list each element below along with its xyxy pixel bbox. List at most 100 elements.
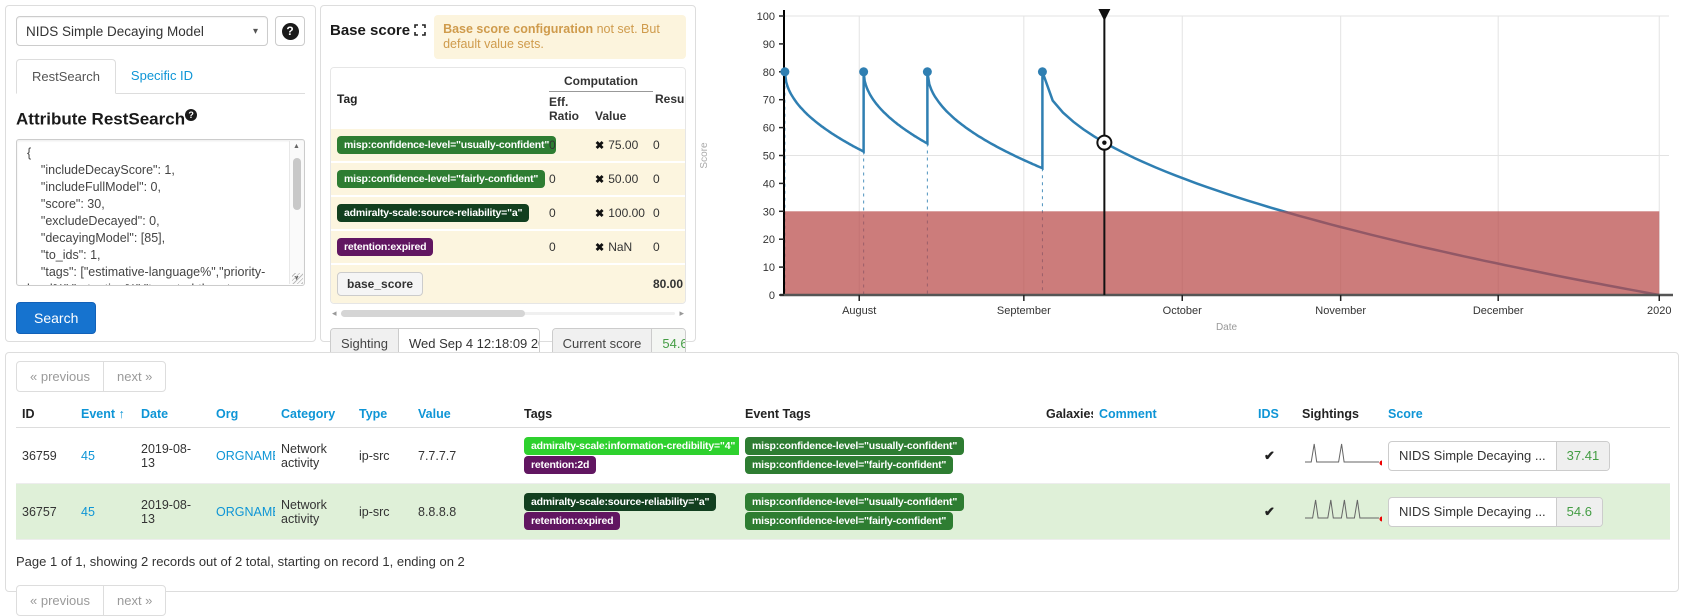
svg-text:2020: 2020: [1647, 305, 1671, 317]
svg-text:20: 20: [763, 234, 775, 246]
next-page-button[interactable]: next »: [103, 586, 165, 615]
restsearch-query-input[interactable]: { "includeDecayScore": 1, "includeFullMo…: [16, 139, 305, 286]
svg-text:December: December: [1473, 305, 1524, 317]
event-link[interactable]: 45: [81, 505, 95, 519]
tag-badge[interactable]: admiralty-scale:source-reliability="a": [524, 493, 716, 511]
column-header-galaxies: Galaxies: [1040, 400, 1093, 428]
column-header-comment[interactable]: Comment: [1093, 400, 1252, 428]
cell-id: 36759: [16, 428, 75, 484]
svg-text:August: August: [842, 305, 876, 317]
sighting-dot: [859, 67, 868, 76]
tag-badge[interactable]: admiralty-scale:information-credibility=…: [524, 437, 739, 455]
scrollbar-thumb[interactable]: [293, 158, 301, 210]
svg-text:October: October: [1163, 305, 1202, 317]
column-header-org[interactable]: Org: [210, 400, 275, 428]
column-header-score[interactable]: Score: [1382, 400, 1670, 428]
resize-grip-icon[interactable]: [292, 273, 303, 284]
multiply-icon: ✖: [595, 208, 604, 220]
scrollbar-thumb[interactable]: [341, 310, 525, 317]
help-icon: ?: [185, 109, 197, 121]
previous-page-button[interactable]: « previous: [17, 362, 103, 391]
cell-sightings: [1296, 484, 1382, 540]
score-widget[interactable]: NIDS Simple Decaying ...54.6: [1388, 497, 1603, 527]
tag-badge: misp:confidence-level="fairly-confident": [337, 170, 545, 188]
chevron-down-icon: ▾: [253, 26, 258, 37]
base-score-row: misp:confidence-level="fairly-confident"…: [331, 161, 685, 195]
tab-restsearch[interactable]: RestSearch: [16, 59, 116, 94]
cell-type: ip-src: [353, 428, 412, 484]
eff-ratio-value: 0: [549, 206, 595, 220]
tag-badge: admiralty-scale:source-reliability="a": [337, 204, 529, 222]
scroll-up-icon[interactable]: ▲: [293, 143, 300, 150]
tag-badge[interactable]: retention:2d: [524, 456, 596, 474]
org-link[interactable]: ORGNAME: [216, 505, 275, 519]
cell-date: 2019-08-13: [135, 484, 210, 540]
cell-event-tags: misp:confidence-level="usually-confident…: [739, 484, 1040, 540]
svg-text:September: September: [997, 305, 1051, 317]
next-page-button[interactable]: next »: [103, 362, 165, 391]
cell-category: Network activity: [275, 428, 353, 484]
decaying-model-select-value: NIDS Simple Decaying Model: [26, 24, 204, 39]
previous-page-button[interactable]: « previous: [17, 586, 103, 615]
restsearch-query-text: { "includeDecayScore": 1, "includeFullMo…: [17, 140, 304, 286]
search-button[interactable]: Search: [16, 302, 96, 334]
column-header-category[interactable]: Category: [275, 400, 353, 428]
cell-date: 2019-08-13: [135, 428, 210, 484]
base-score-row: misp:confidence-level="usually-confident…: [331, 127, 685, 161]
score-value-badge: 54.6: [1556, 498, 1602, 526]
tag-badge[interactable]: retention:expired: [524, 512, 620, 530]
tag-badge[interactable]: misp:confidence-level="usually-confident…: [745, 437, 964, 455]
svg-text:10: 10: [763, 262, 775, 274]
svg-text:100: 100: [757, 11, 775, 23]
tag-badge[interactable]: misp:confidence-level="fairly-confident": [745, 456, 953, 474]
pagination-summary: Page 1 of 1, showing 2 records out of 2 …: [16, 554, 1668, 569]
search-tabs: RestSearch Specific ID: [16, 59, 305, 94]
eff-ratio-value: 0: [549, 240, 595, 254]
decaying-model-select[interactable]: NIDS Simple Decaying Model ▾: [16, 16, 268, 46]
pagination-top: « previous next »: [16, 361, 166, 392]
column-header-type[interactable]: Type: [353, 400, 412, 428]
column-header-ids[interactable]: IDS: [1252, 400, 1296, 428]
sighting-dot: [923, 67, 932, 76]
column-header-date[interactable]: Date: [135, 400, 210, 428]
result-value: 0: [653, 138, 679, 152]
eff-ratio-value: 0: [549, 172, 595, 186]
tag-badge[interactable]: misp:confidence-level="fairly-confident": [745, 512, 953, 530]
svg-text:80: 80: [763, 67, 775, 79]
result-value: 0: [653, 172, 679, 186]
svg-text:30: 30: [763, 206, 775, 218]
cell-category: Network activity: [275, 484, 353, 540]
cell-tags: admiralty-scale:information-credibility=…: [518, 428, 739, 484]
cell-comment: [1093, 484, 1252, 540]
svg-text:40: 40: [763, 178, 775, 190]
attribute-row: 36759 45 2019-08-13 ORGNAME Network acti…: [16, 428, 1670, 484]
ids-checkmark-icon: ✔: [1258, 448, 1275, 463]
column-header-value[interactable]: Value: [412, 400, 518, 428]
score-value-badge: 37.41: [1556, 442, 1610, 470]
score-widget[interactable]: NIDS Simple Decaying ...37.41: [1388, 441, 1610, 471]
expand-icon[interactable]: [414, 23, 426, 40]
column-header-event-tags: Event Tags: [739, 400, 1040, 428]
last-sighting-dot: [1380, 461, 1383, 466]
table-horizontal-scrollbar[interactable]: ◂ ▸: [330, 307, 686, 319]
base-score-total-row: base_score 80.00: [331, 263, 685, 303]
org-link[interactable]: ORGNAME: [216, 449, 275, 463]
ids-checkmark-icon: ✔: [1258, 504, 1275, 519]
tab-specific-id[interactable]: Specific ID: [116, 59, 208, 93]
scroll-left-icon[interactable]: ◂: [332, 308, 337, 319]
base-score-row: admiralty-scale:source-reliability="a" 0…: [331, 195, 685, 229]
base-score-title: Base score: [330, 15, 426, 59]
tag-badge[interactable]: misp:confidence-level="usually-confident…: [745, 493, 964, 511]
decay-score-chart[interactable]: 0102030405060708090100AugustSeptemberOct…: [697, 0, 1685, 348]
scroll-right-icon[interactable]: ▸: [679, 308, 684, 319]
column-header-event[interactable]: Event ↑: [75, 400, 135, 428]
attributes-table: IDEvent ↑DateOrgCategoryTypeValueTagsEve…: [16, 400, 1670, 540]
last-sighting-dot: [1380, 517, 1383, 522]
help-button[interactable]: ?: [275, 16, 305, 46]
event-link[interactable]: 45: [81, 449, 95, 463]
score-model-label: NIDS Simple Decaying ...: [1389, 442, 1556, 470]
multiply-icon: ✖: [595, 140, 604, 152]
svg-text:November: November: [1315, 305, 1366, 317]
result-value: 0: [653, 240, 679, 254]
cell-galaxies: [1040, 428, 1093, 484]
